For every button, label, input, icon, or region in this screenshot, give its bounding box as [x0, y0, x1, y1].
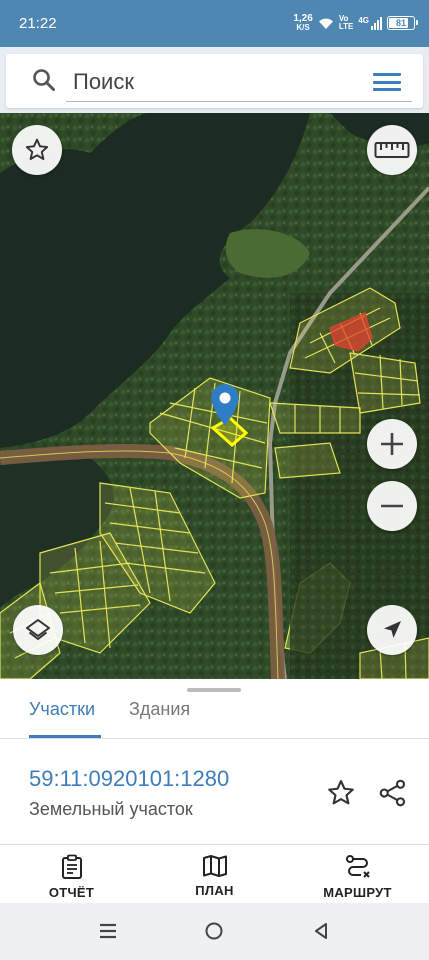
report-button[interactable]: ОТЧЁТ	[0, 845, 143, 903]
net-speed-unit: K/S	[296, 23, 310, 32]
signal-icon: 4G	[358, 15, 382, 30]
home-icon[interactable]	[204, 921, 224, 941]
star-icon	[25, 138, 49, 160]
zoom-in-button[interactable]	[367, 419, 417, 469]
route-icon	[345, 855, 370, 878]
tabs-bar: Участки Здания	[0, 697, 429, 739]
system-nav-bar	[0, 903, 429, 960]
bottom-sheet: Участки Здания 59:11:0920101:1280 Земель…	[0, 679, 429, 903]
zoom-out-button[interactable]	[367, 481, 417, 531]
favorite-star-icon[interactable]	[326, 778, 356, 808]
search-bar	[6, 54, 423, 108]
hamburger-menu-icon[interactable]	[373, 73, 401, 91]
share-icon[interactable]	[378, 778, 408, 808]
status-bar: 21:22 1,26 K/S Vo LTE 4G 81	[0, 0, 429, 47]
report-label: ОТЧЁТ	[48, 885, 95, 900]
zoom-out-icon	[381, 504, 403, 508]
ruler-icon	[374, 142, 410, 158]
map-view[interactable]	[0, 113, 429, 679]
search-area	[0, 47, 429, 113]
net-speed: 1,26 K/S	[293, 14, 312, 32]
search-input[interactable]	[66, 62, 412, 102]
zoom-in-icon	[381, 433, 403, 455]
volte-label: Vo LTE	[339, 15, 354, 31]
report-icon	[61, 854, 82, 879]
plan-label: ПЛАН	[195, 883, 234, 898]
status-icons: 1,26 K/S Vo LTE 4G 81	[293, 14, 418, 32]
sheet-drag-handle[interactable]	[187, 688, 241, 692]
route-button[interactable]: МАРШРУТ	[286, 845, 429, 903]
locate-icon	[384, 621, 401, 638]
my-location-button[interactable]	[367, 605, 417, 655]
network-type: 4G	[358, 15, 369, 25]
status-time: 21:22	[19, 15, 57, 32]
plan-button[interactable]: ПЛАН	[143, 845, 286, 903]
map-plan-icon	[202, 855, 227, 877]
wifi-icon	[318, 18, 333, 29]
ruler-button[interactable]	[367, 125, 417, 175]
volte-lte: LTE	[338, 22, 354, 31]
favorite-map-button[interactable]	[12, 125, 62, 175]
cadastral-number[interactable]: 59:11:0920101:1280	[29, 766, 229, 792]
tab-buildings[interactable]: Здания	[129, 699, 190, 720]
battery-icon: 81	[387, 16, 418, 30]
layers-button[interactable]	[13, 605, 63, 655]
back-icon[interactable]	[312, 921, 330, 941]
search-icon[interactable]	[32, 68, 56, 92]
recents-icon[interactable]	[98, 921, 118, 941]
parcel-card[interactable]: 59:11:0920101:1280 Земельный участок	[0, 739, 429, 845]
action-bar: ОТЧЁТ ПЛАН МАРШРУТ	[0, 845, 429, 903]
tab-active-indicator	[29, 735, 101, 738]
route-label: МАРШРУТ	[323, 885, 392, 900]
parcel-type: Земельный участок	[29, 799, 193, 819]
location-pin-icon[interactable]	[210, 383, 240, 427]
tab-parcels[interactable]: Участки	[29, 699, 95, 720]
battery-percent: 81	[395, 18, 406, 28]
layers-icon	[26, 619, 50, 640]
